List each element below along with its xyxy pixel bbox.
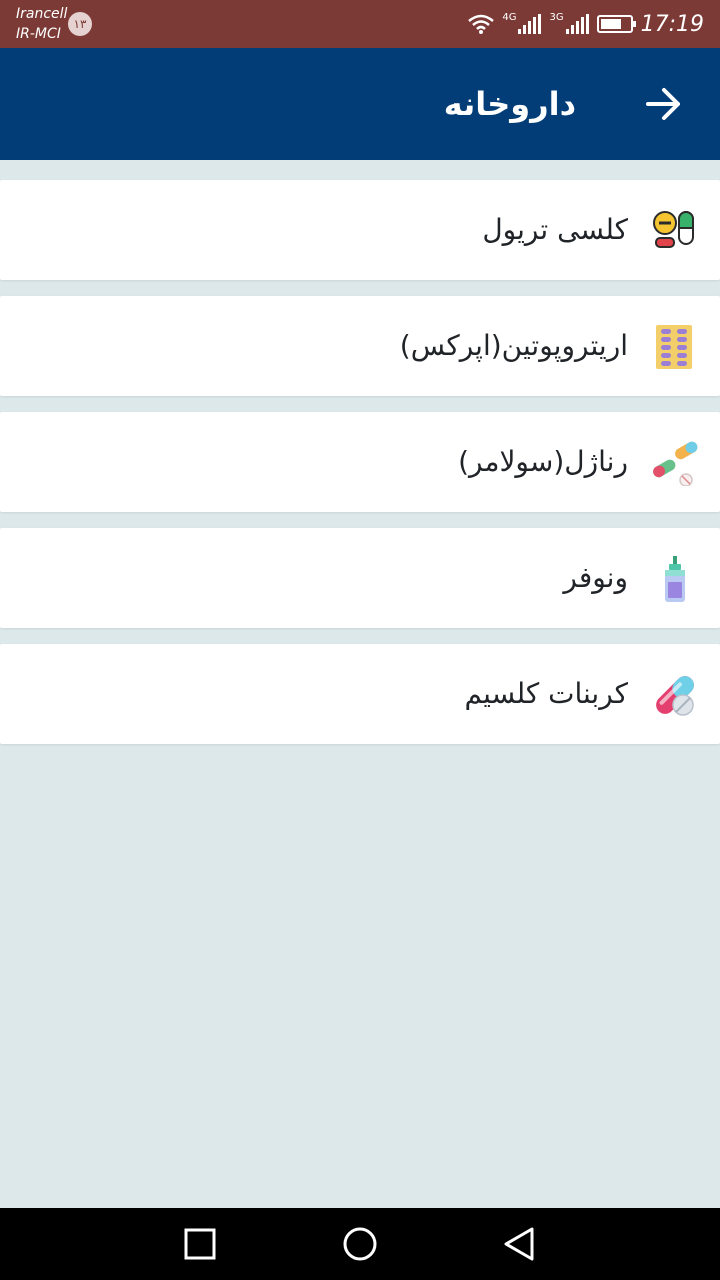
list-item[interactable]: رناژل(سولامر)	[0, 412, 720, 512]
list-item[interactable]: کربنات کلسیم	[0, 644, 720, 744]
list-item-label: رناژل(سولامر)	[458, 445, 628, 478]
capsule-tablet-icon	[656, 676, 694, 716]
wifi-icon	[468, 14, 495, 34]
battery-icon	[596, 15, 636, 33]
list-item[interactable]: اریتروپوتین(اپرکس)	[0, 296, 720, 396]
carrier-name: Irancell IR-MCI	[16, 4, 67, 44]
list-item-label: اریتروپوتین(اپرکس)	[399, 329, 628, 362]
square-icon[interactable]	[178, 1222, 222, 1266]
triangle-back-icon[interactable]	[498, 1222, 542, 1266]
signal-icon-1	[518, 14, 542, 34]
pills-icon	[653, 211, 694, 248]
status-bar: Irancell IR-MCI ۱۳ 4G 3G 17:19	[0, 0, 720, 48]
circle-icon[interactable]	[338, 1222, 382, 1266]
carrier-line-2: IR-MCI	[16, 26, 61, 42]
carrier-line-1: Irancell	[16, 6, 68, 22]
app-bar: داروخانه	[0, 48, 720, 160]
capsules-icon	[653, 441, 698, 486]
list-item[interactable]: ونوفر	[0, 528, 720, 628]
page-title: داروخانه	[443, 85, 576, 123]
sim-badge: ۱۳	[68, 12, 92, 36]
status-indicators: 4G 3G 17:19	[468, 0, 704, 48]
network-type-2: 3G	[549, 11, 564, 23]
network-type-1: 4G	[502, 11, 517, 23]
blister-pack-icon	[656, 325, 692, 369]
list-item-label: کربنات کلسیم	[464, 677, 628, 710]
list-item-label: کلسی تریول	[482, 213, 628, 246]
medicine-list: کلسی تریول اریتروپوتین(اپرکس) رناژل(سولا…	[0, 180, 720, 760]
signal-icon-2	[565, 14, 589, 34]
list-item-label: ونوفر	[563, 561, 628, 594]
clock: 17:19	[640, 11, 704, 37]
vial-icon	[665, 556, 685, 602]
arrow-right-icon[interactable]	[642, 82, 686, 126]
list-item[interactable]: کلسی تریول	[0, 180, 720, 280]
navigation-bar	[0, 1208, 720, 1280]
